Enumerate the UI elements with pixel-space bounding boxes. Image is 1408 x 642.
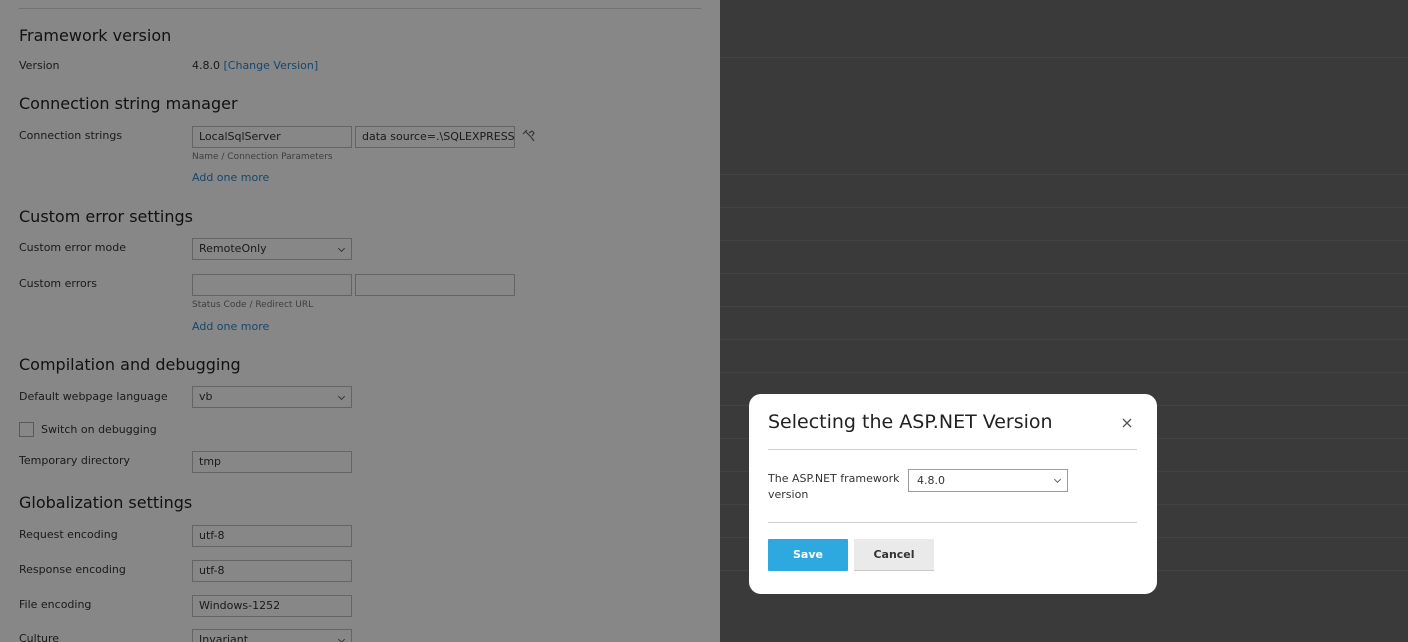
- divider: [720, 372, 1408, 373]
- divider: [720, 57, 1408, 58]
- dialog-title: Selecting the ASP.NET Version: [768, 411, 1053, 433]
- framework-version-select[interactable]: 4.8.0: [908, 469, 1068, 492]
- divider: [720, 306, 1408, 307]
- close-icon[interactable]: [1119, 415, 1135, 431]
- divider: [720, 339, 1408, 340]
- framework-version-value: 4.8.0: [917, 474, 945, 487]
- save-button[interactable]: Save: [768, 539, 848, 571]
- aspnet-version-dialog: Selecting the ASP.NET Version The ASP.NE…: [749, 394, 1157, 594]
- cancel-button[interactable]: Cancel: [854, 539, 934, 571]
- chevron-down-icon: [1053, 475, 1062, 484]
- dialog-divider: [768, 522, 1137, 523]
- dialog-divider: [768, 449, 1137, 450]
- settings-page: Framework version Version 4.8.0 [Change …: [0, 0, 720, 642]
- framework-version-label: The ASP.NET framework version: [768, 472, 900, 501]
- divider: [720, 207, 1408, 208]
- divider: [720, 273, 1408, 274]
- divider: [720, 240, 1408, 241]
- modal-backdrop[interactable]: [0, 0, 720, 642]
- divider: [720, 174, 1408, 175]
